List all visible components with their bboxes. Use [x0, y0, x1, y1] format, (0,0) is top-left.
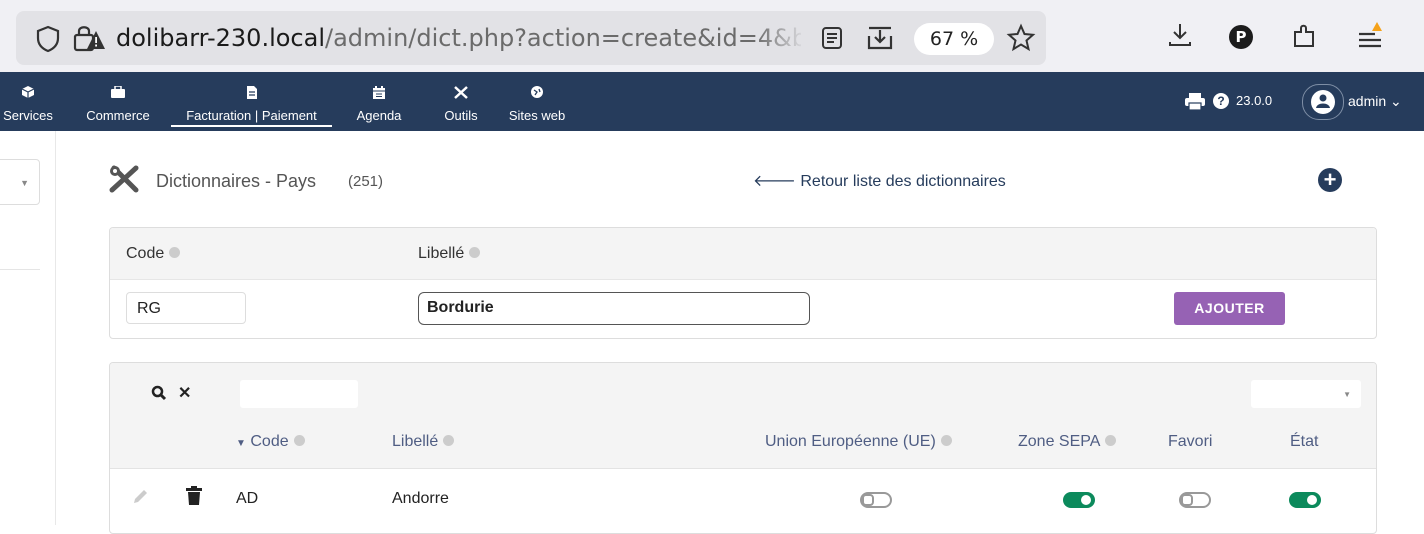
- nav-agenda[interactable]: Agenda: [346, 72, 412, 131]
- nav-outils[interactable]: Outils: [434, 72, 488, 131]
- info-icon[interactable]: [1105, 435, 1117, 447]
- user-avatar[interactable]: [1302, 84, 1344, 120]
- help-icon[interactable]: ?: [1213, 93, 1229, 109]
- downloads-icon[interactable]: [1167, 22, 1193, 53]
- reader-view-icon[interactable]: [821, 26, 843, 55]
- tools-icon: [454, 86, 468, 101]
- cube-icon: [21, 86, 35, 100]
- sidebar-select[interactable]: ▼: [0, 159, 40, 205]
- add-form-header: Code Libellé: [110, 228, 1376, 280]
- user-menu[interactable]: admin ⌄: [1348, 93, 1402, 110]
- cell-libelle: Andorre: [392, 490, 449, 507]
- tools-icon: [108, 164, 142, 199]
- add-record-icon[interactable]: +: [1318, 168, 1342, 192]
- zoom-level[interactable]: 67 %: [914, 23, 994, 55]
- bookmark-star-icon[interactable]: [1006, 23, 1036, 58]
- back-to-dictionaries-link[interactable]: 🡐 Retour liste des dictionnaires: [753, 170, 1006, 191]
- calendar-icon: [373, 86, 385, 101]
- info-icon[interactable]: [169, 247, 181, 259]
- globe-icon: [531, 86, 543, 100]
- caret-down-icon: ▼: [1343, 390, 1351, 399]
- version-label: 23.0.0: [1236, 93, 1273, 108]
- menu-icon[interactable]: [1355, 20, 1385, 55]
- delete-trash-icon[interactable]: [186, 486, 202, 510]
- arrow-left-icon: 🡐: [753, 173, 796, 190]
- toggle-favori[interactable]: [1179, 492, 1211, 508]
- url-fade: [756, 19, 806, 57]
- column-header-libelle[interactable]: Libellé: [392, 433, 455, 451]
- table-row: AD Andorre: [110, 469, 1376, 529]
- sidebar-divider: [0, 269, 40, 270]
- filter-header: ✕ ▼ ▼ Code Libellé Union Européenne (UE)…: [110, 363, 1376, 468]
- column-header-ue[interactable]: Union Européenne (UE): [765, 433, 952, 451]
- tracking-shield-icon[interactable]: [36, 25, 60, 58]
- address-bar[interactable]: dolibarr-230.local/admin/dict.php?action…: [16, 11, 1046, 65]
- filter-code-input[interactable]: [240, 380, 358, 408]
- top-menu-bar: Services Commerce Facturation | Paiement…: [0, 72, 1424, 131]
- toggle-etat[interactable]: [1289, 492, 1321, 508]
- page-title: Dictionnaires - Pays: [156, 171, 317, 191]
- filter-select[interactable]: ▼: [1251, 380, 1361, 408]
- caret-down-icon: ▼: [20, 178, 29, 188]
- column-header-etat[interactable]: État: [1290, 433, 1318, 451]
- record-count: (251): [348, 173, 384, 190]
- url-text[interactable]: dolibarr-230.local/admin/dict.php?action…: [116, 24, 801, 52]
- invoice-icon: [246, 86, 257, 101]
- clear-filter-icon[interactable]: ✕: [178, 383, 191, 403]
- column-header-code[interactable]: ▼ Code: [236, 433, 305, 451]
- browser-toolbar: dolibarr-230.local/admin/dict.php?action…: [0, 0, 1424, 72]
- chevron-down-icon: ⌄: [1390, 93, 1402, 109]
- extensions-icon[interactable]: [1291, 22, 1319, 55]
- info-icon[interactable]: [293, 435, 305, 447]
- toggle-sepa[interactable]: [1063, 492, 1095, 508]
- toggle-ue[interactable]: [860, 492, 892, 508]
- nav-services[interactable]: Services: [0, 72, 64, 131]
- nav-facturation[interactable]: Facturation | Paiement: [169, 72, 334, 131]
- info-icon[interactable]: [469, 247, 481, 259]
- sort-down-icon: ▼: [236, 438, 246, 449]
- libelle-input[interactable]: Bordurie: [418, 292, 810, 325]
- nav-sites-web[interactable]: Sites web: [502, 72, 572, 131]
- column-header-favori[interactable]: Favori: [1168, 433, 1212, 451]
- edit-pencil-icon[interactable]: [132, 487, 150, 510]
- briefcase-icon: [111, 85, 125, 100]
- column-header-sepa[interactable]: Zone SEPA: [1018, 433, 1117, 451]
- code-label: Code: [126, 245, 181, 263]
- dictionary-list: ✕ ▼ ▼ Code Libellé Union Européenne (UE)…: [109, 362, 1377, 534]
- add-entry-form: Code Libellé RG Bordurie AJOUTER: [109, 227, 1377, 339]
- info-icon[interactable]: [940, 435, 952, 447]
- code-input[interactable]: RG: [126, 292, 246, 324]
- profile-avatar[interactable]: P: [1229, 25, 1253, 49]
- info-icon[interactable]: [443, 435, 455, 447]
- libelle-label: Libellé: [418, 245, 481, 263]
- cell-code: AD: [236, 490, 259, 507]
- print-icon[interactable]: [1185, 93, 1205, 115]
- left-sidebar: ▼: [0, 131, 56, 525]
- insecure-lock-icon[interactable]: [72, 23, 106, 58]
- save-page-icon[interactable]: [866, 24, 894, 57]
- add-button[interactable]: AJOUTER: [1174, 292, 1285, 325]
- search-icon[interactable]: [151, 385, 167, 406]
- nav-commerce[interactable]: Commerce: [76, 72, 160, 131]
